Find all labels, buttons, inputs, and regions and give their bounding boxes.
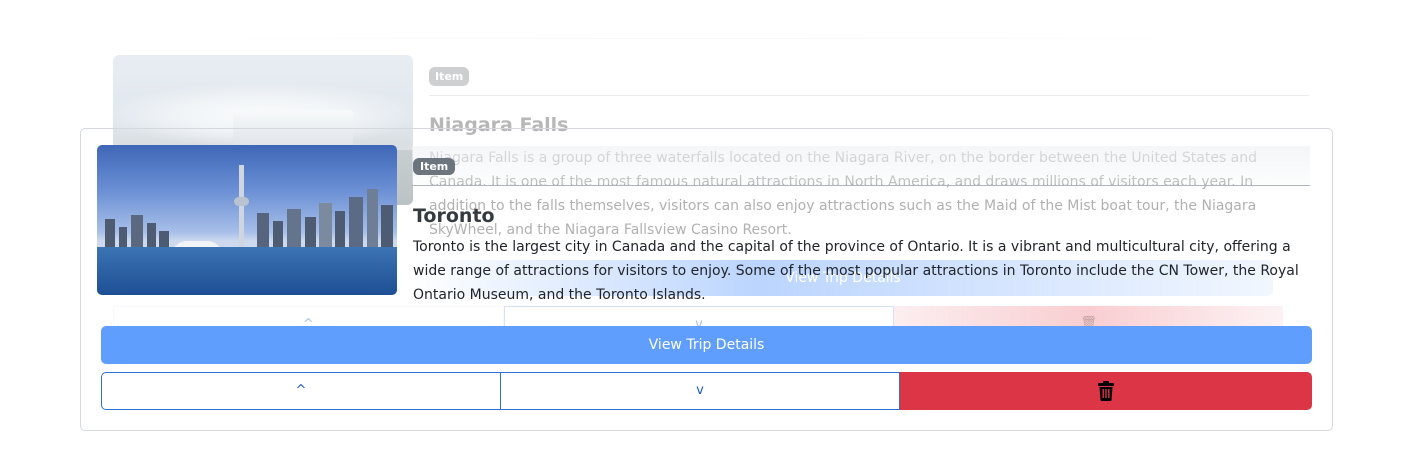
- ghost-divider: [113, 38, 1283, 39]
- card-header: [412, 146, 1310, 184]
- cn-tower: [239, 165, 244, 249]
- move-down-button[interactable]: v: [501, 372, 900, 410]
- ghost-header-divider: [429, 95, 1309, 96]
- delete-button[interactable]: [900, 372, 1312, 410]
- card-header-divider: [412, 185, 1310, 186]
- trip-list: Item Niagara Falls Niagara Falls is a gr…: [0, 0, 1409, 459]
- card-description: Toronto is the largest city in Canada an…: [413, 239, 1299, 303]
- ghost-item-badge: Item: [429, 67, 470, 86]
- view-trip-details-button[interactable]: View Trip Details: [101, 326, 1312, 364]
- card-controls: ^ v: [101, 372, 1312, 410]
- toronto-image: [97, 145, 397, 295]
- move-up-button[interactable]: ^: [101, 372, 501, 410]
- card-title: Toronto: [413, 205, 495, 227]
- trash-icon: [1098, 381, 1114, 401]
- lake-water: [97, 247, 397, 295]
- item-badge: Item: [413, 158, 456, 175]
